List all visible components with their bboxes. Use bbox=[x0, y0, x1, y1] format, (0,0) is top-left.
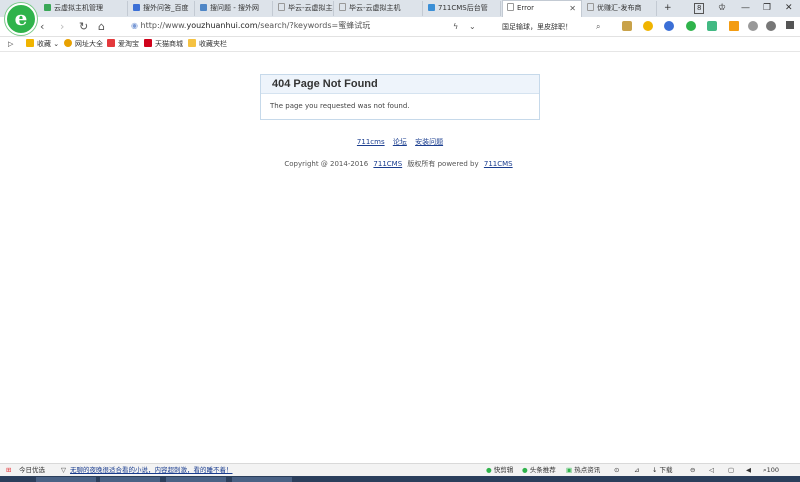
bookmark-tmall[interactable]: 天猫商城 bbox=[144, 37, 183, 51]
bookmark-label: 收藏 bbox=[37, 40, 51, 48]
bookmark-label: 爱淘宝 bbox=[118, 40, 139, 48]
zoom-value: 100 bbox=[766, 466, 780, 474]
tab-label: 搜外问答_百度 bbox=[143, 4, 189, 12]
user-icon[interactable] bbox=[664, 21, 674, 31]
tab-favicon-icon bbox=[200, 4, 207, 11]
sidebar-toggle-icon[interactable]: ▷ bbox=[8, 37, 13, 51]
news-ticker[interactable]: 国足输球，里皮辞职！ bbox=[502, 20, 572, 35]
tab-label: 搜问题 - 搜外网 bbox=[210, 4, 259, 12]
footer-links: 711cms 论坛 安装问题 bbox=[0, 137, 800, 147]
game-icon[interactable] bbox=[622, 21, 632, 31]
status-label: 热点资讯 bbox=[574, 466, 601, 474]
taskbar-item[interactable] bbox=[36, 477, 96, 482]
taobao-icon bbox=[107, 39, 115, 47]
forward-icon[interactable]: › bbox=[60, 19, 64, 34]
url-path: /search/?keywords=蜜蜂试玩 bbox=[257, 21, 371, 30]
skin-icon[interactable]: ♔ bbox=[718, 2, 726, 14]
tab-5[interactable]: 毕云-云虚拟主机 bbox=[335, 1, 423, 16]
tab-favicon-icon bbox=[339, 3, 346, 11]
globe-icon bbox=[64, 39, 72, 47]
tmall-icon bbox=[144, 39, 152, 47]
apps-icon[interactable] bbox=[729, 21, 739, 31]
lightning-icon[interactable]: ϟ bbox=[453, 19, 458, 34]
navigation-bar: ‹ › ↻ ⌂ ◉ http://www.youzhuanhui.com/sea… bbox=[0, 17, 800, 37]
headphones-icon[interactable] bbox=[748, 21, 758, 31]
back-icon[interactable]: ‹ bbox=[40, 19, 44, 34]
tab-favicon-icon bbox=[428, 4, 435, 11]
tab-count-badge[interactable]: 8 bbox=[694, 3, 705, 14]
tab-favicon-icon bbox=[507, 3, 514, 11]
star-icon bbox=[26, 39, 34, 47]
tab-label: 711CMS后台管 bbox=[438, 4, 488, 12]
taskbar-item[interactable] bbox=[100, 477, 160, 482]
recommend-icon: ● bbox=[522, 466, 528, 474]
bookmarks-bar: ▷ 收藏 ⌄ 网址大全 爱淘宝 天猫商城 收藏夹栏 bbox=[0, 37, 800, 52]
bookmark-favorites[interactable]: 收藏 ⌄ bbox=[26, 37, 59, 51]
tab-favicon-icon bbox=[587, 3, 594, 11]
tab-label: 云虚拟主机管理 bbox=[54, 4, 103, 12]
bookmark-url-directory[interactable]: 网址大全 bbox=[64, 37, 103, 51]
copyright-middle: 版权所有 powered by bbox=[407, 160, 479, 168]
bookmark-folder[interactable]: 收藏夹栏 bbox=[188, 37, 227, 51]
os-taskbar bbox=[0, 476, 800, 482]
error-panel: 404 Page Not Found The page you requeste… bbox=[260, 74, 540, 120]
powered-by-link[interactable]: 711CMS bbox=[484, 160, 513, 168]
bookmark-aitaobao[interactable]: 爱淘宝 bbox=[107, 37, 139, 51]
site-info-icon[interactable]: ◉ bbox=[131, 21, 141, 30]
tab-label: 优赚汇-发布商 bbox=[597, 4, 642, 12]
new-tab-plus-icon[interactable]: + bbox=[664, 2, 672, 14]
download-icon: ↓ bbox=[652, 466, 658, 474]
scissors-icon[interactable] bbox=[707, 21, 717, 31]
search-icon[interactable]: ⌕ bbox=[596, 19, 600, 34]
refresh-icon[interactable]: ↻ bbox=[79, 19, 88, 34]
url-prefix: http://www. bbox=[140, 21, 187, 30]
copyright: Copyright @ 2014-2016 711CMS 版权所有 powere… bbox=[0, 159, 800, 169]
status-bar: ⊞ 今日优选 ▽ 无聊的夜晚很适合看的小说，内容超刺激，看的睡不着！ ● 快剪辑… bbox=[0, 463, 800, 477]
tab-2[interactable]: 搜外问答_百度 bbox=[129, 1, 195, 16]
news-icon: ▣ bbox=[566, 466, 573, 474]
taskbar-item[interactable] bbox=[166, 477, 226, 482]
status-label: 头条推荐 bbox=[529, 466, 556, 474]
tab-8[interactable]: 优赚汇-发布商 bbox=[583, 1, 657, 16]
error-message: The page you requested was not found. bbox=[270, 102, 410, 110]
tab-error-active[interactable]: Error ✕ bbox=[502, 0, 582, 17]
link-711cms[interactable]: 711cms bbox=[357, 138, 385, 146]
copyright-brand-link[interactable]: 711CMS bbox=[373, 160, 402, 168]
url-domain: youzhuanhui.com bbox=[186, 21, 258, 30]
status-label: 快剪辑 bbox=[493, 466, 514, 474]
restore-icon[interactable]: ❐ bbox=[763, 2, 771, 14]
tab-3[interactable]: 搜问题 - 搜外网 bbox=[196, 1, 273, 16]
tab-favicon-icon bbox=[278, 3, 285, 11]
dropdown-icon[interactable]: ⌄ bbox=[469, 19, 476, 34]
undo-icon[interactable] bbox=[766, 21, 776, 31]
tab-bar: e 云虚拟主机管理 搜外问答_百度 搜问题 - 搜外网 毕云-云虚拟主机 毕云-… bbox=[0, 0, 800, 35]
bookmark-label: 收藏夹栏 bbox=[199, 40, 227, 48]
link-install-help[interactable]: 安装问题 bbox=[415, 138, 443, 146]
play-icon: ● bbox=[486, 466, 492, 474]
tab-label: 毕云-云虚拟主机 bbox=[288, 4, 333, 12]
tab-label: 毕云-云虚拟主机 bbox=[349, 4, 401, 12]
close-window-icon[interactable]: ✕ bbox=[785, 2, 793, 14]
menu-icon[interactable] bbox=[786, 21, 794, 29]
minimize-icon[interactable]: — bbox=[741, 2, 750, 14]
status-label: 下载 bbox=[659, 466, 673, 474]
tab-4[interactable]: 毕云-云虚拟主机 bbox=[274, 1, 334, 16]
folder-icon bbox=[188, 39, 196, 47]
tab-1[interactable]: 云虚拟主机管理 bbox=[40, 1, 128, 16]
close-tab-icon[interactable]: ✕ bbox=[569, 1, 576, 16]
copyright-prefix: Copyright @ 2014-2016 bbox=[284, 160, 369, 168]
bookmark-label: 天猫商城 bbox=[155, 40, 183, 48]
link-forum[interactable]: 论坛 bbox=[393, 138, 407, 146]
tab-label: Error bbox=[517, 4, 535, 12]
tab-6[interactable]: 711CMS后台管 bbox=[424, 1, 501, 16]
shield-icon[interactable] bbox=[643, 21, 653, 31]
home-icon[interactable]: ⌂ bbox=[98, 19, 105, 34]
tab-favicon-icon bbox=[44, 4, 51, 11]
taskbar-item[interactable] bbox=[232, 477, 292, 482]
tab-favicon-icon bbox=[133, 4, 140, 11]
browser-logo-icon[interactable]: e bbox=[5, 3, 37, 35]
coin-icon[interactable] bbox=[686, 21, 696, 31]
bookmark-label: 网址大全 bbox=[75, 40, 103, 48]
error-title: 404 Page Not Found bbox=[261, 75, 539, 94]
